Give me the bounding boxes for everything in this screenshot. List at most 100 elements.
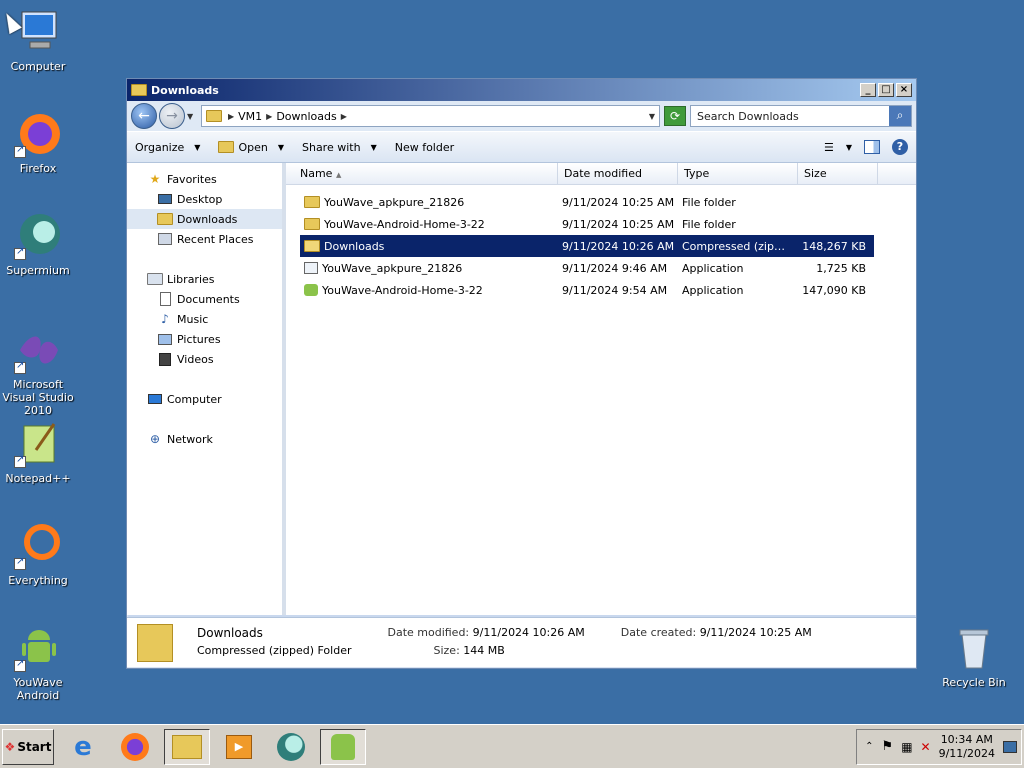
table-row[interactable]: YouWave_apkpure_21826 9/11/2024 10:25 AM… (300, 191, 874, 213)
taskbar-ie[interactable]: e (60, 729, 106, 765)
help-icon[interactable]: ? (892, 139, 908, 155)
start-button[interactable]: ❖ Start (2, 728, 54, 765)
show-desktop-icon[interactable] (1003, 740, 1017, 753)
desktop-icon-visual-studio[interactable]: Microsoft Visual Studio 2010 (0, 326, 78, 417)
minimize-button[interactable]: _ (860, 83, 876, 97)
network-icon: ⊕ (149, 432, 161, 446)
chevron-down-icon[interactable]: ▼ (846, 143, 852, 152)
search-box[interactable]: Search Downloads ⌕ (690, 105, 912, 127)
history-dropdown-icon[interactable]: ▼ (187, 112, 197, 121)
nav-favorites[interactable]: ★ Favorites (127, 169, 282, 189)
nav-computer[interactable]: Computer (127, 389, 282, 409)
document-icon (157, 292, 173, 306)
table-row[interactable]: YouWave_apkpure_21826 9/11/2024 9:46 AM … (300, 257, 874, 279)
desktop-icon-notepadpp[interactable]: Notepad++ (0, 420, 78, 485)
column-header-name[interactable]: Name ▲ (286, 163, 558, 185)
nav-music[interactable]: ♪ Music (127, 309, 282, 329)
column-header-type[interactable]: Type (678, 163, 798, 185)
desktop-icon-label: Computer (10, 60, 66, 73)
desktop-icon-label: Everything (8, 574, 68, 587)
nav-downloads[interactable]: Downloads (127, 209, 282, 229)
clock[interactable]: 10:34 AM 9/11/2024 (939, 733, 995, 761)
notepadpp-icon (14, 420, 62, 468)
column-header-size[interactable]: Size (798, 163, 878, 185)
clock-time: 10:34 AM (940, 732, 993, 746)
title-bar[interactable]: Downloads _ □ × (127, 79, 916, 101)
open-button[interactable]: Open ▼ (218, 141, 284, 154)
show-hidden-icons-icon[interactable]: ⌃ (865, 741, 873, 752)
volume-muted-icon[interactable]: ✕ (921, 740, 931, 754)
table-row[interactable]: YouWave-Android-Home-3-22 9/11/2024 10:2… (300, 213, 874, 235)
navigation-pane[interactable]: ★ Favorites Desktop Downloads Recent Pla… (127, 163, 286, 615)
action-center-flag-icon[interactable]: ⚑ (882, 739, 894, 754)
nav-libraries[interactable]: Libraries (127, 269, 282, 289)
everything-icon (14, 522, 62, 570)
address-dropdown-icon[interactable]: ▼ (649, 112, 655, 121)
system-tray: ⌃ ⚑ ▦ ✕ 10:34 AM 9/11/2024 (856, 728, 1022, 765)
chevron-right-icon[interactable]: ▶ (228, 112, 234, 121)
nav-label: Network (167, 432, 213, 446)
desktop-icon-label: YouWave Android (13, 676, 63, 702)
taskbar-youwave[interactable] (320, 728, 366, 765)
start-label: Start (17, 739, 52, 754)
recent-places-icon (157, 232, 173, 246)
taskbar-media-player[interactable]: ▶ (216, 729, 262, 765)
desktop-icon-recycle-bin[interactable]: Recycle Bin (934, 624, 1014, 689)
details-created-label: Date created: (620, 626, 697, 639)
taskbar: ❖ Start e ▶ ⌃ ⚑ ▦ ✕ 10:34 AM 9/11/2024 (0, 724, 1024, 768)
file-list[interactable]: Name ▲ Date modified Type Size YouWave_a… (286, 163, 916, 615)
chevron-down-icon: ▼ (277, 142, 284, 152)
details-kind: Compressed (zipped) Folder (197, 644, 352, 657)
column-header-date[interactable]: Date modified (558, 163, 678, 185)
window-title: Downloads (151, 83, 219, 97)
breadcrumb-vm1[interactable]: VM1 (238, 110, 262, 123)
preview-pane-icon[interactable] (864, 140, 880, 154)
nav-desktop[interactable]: Desktop (127, 189, 282, 209)
folder-icon (304, 218, 320, 230)
open-icon (218, 141, 235, 153)
visual-studio-icon (14, 326, 62, 374)
nav-documents[interactable]: Documents (127, 289, 282, 309)
nav-label: Recent Places (177, 232, 254, 246)
refresh-button[interactable]: ⟳ (664, 106, 686, 126)
chevron-right-icon[interactable]: ▶ (266, 112, 272, 121)
view-options-icon[interactable]: ☰ (824, 141, 834, 154)
nav-label: Pictures (177, 332, 221, 346)
table-row[interactable]: YouWave-Android-Home-3-22 9/11/2024 9:54… (300, 279, 874, 301)
android-icon (14, 624, 62, 672)
maximize-button[interactable]: □ (878, 83, 894, 97)
firefox-icon (14, 110, 62, 158)
firefox-icon (121, 732, 149, 761)
search-input[interactable]: Search Downloads (691, 110, 889, 123)
desktop-icon-firefox[interactable]: Firefox (0, 110, 78, 175)
desktop-icon (157, 192, 173, 206)
address-field[interactable]: ▶ VM1 ▶ Downloads ▶ ▼ (201, 105, 660, 127)
film-icon (157, 352, 173, 366)
share-with-button[interactable]: Share with ▼ (302, 141, 377, 154)
downloads-folder-icon (157, 212, 173, 226)
android-icon (331, 733, 355, 760)
search-icon[interactable]: ⌕ (889, 106, 911, 126)
close-button[interactable]: × (896, 83, 912, 97)
network-tray-icon[interactable]: ▦ (901, 740, 912, 754)
organize-button[interactable]: Organize ▼ (135, 141, 200, 154)
desktop-icon-supermium[interactable]: Supermium (0, 212, 78, 277)
desktop-icon-youwave[interactable]: YouWave Android (0, 624, 78, 702)
breadcrumb-downloads[interactable]: Downloads (276, 110, 336, 123)
back-button[interactable]: ← (131, 103, 157, 129)
new-folder-label: New folder (394, 140, 455, 154)
taskbar-firefox[interactable] (112, 729, 158, 765)
taskbar-supermium[interactable] (268, 729, 314, 765)
taskbar-explorer[interactable] (164, 728, 210, 765)
new-folder-button[interactable]: New folder (395, 141, 454, 154)
nav-network[interactable]: ⊕ Network (127, 429, 282, 449)
nav-pictures[interactable]: Pictures (127, 329, 282, 349)
chevron-right-icon[interactable]: ▶ (341, 112, 347, 121)
nav-videos[interactable]: Videos (127, 349, 282, 369)
forward-button[interactable]: → (159, 103, 185, 129)
internet-explorer-icon: e (74, 731, 92, 762)
desktop-icon-everything[interactable]: Everything (0, 522, 78, 587)
table-row-selected[interactable]: Downloads 9/11/2024 10:26 AM Compressed … (300, 235, 874, 257)
nav-recent-places[interactable]: Recent Places (127, 229, 282, 249)
explorer-icon (172, 734, 202, 759)
